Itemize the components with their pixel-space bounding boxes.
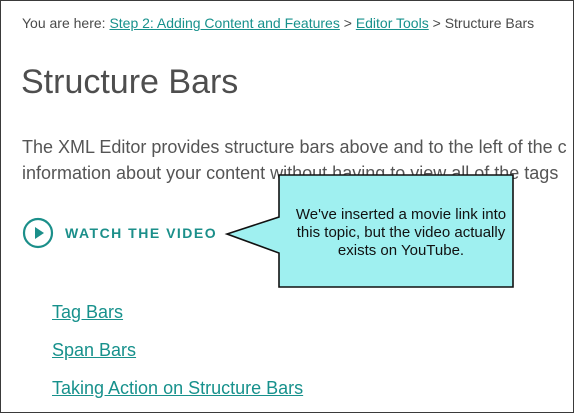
play-circle-icon[interactable] [22, 217, 54, 249]
breadcrumb: You are here: Step 2: Adding Content and… [22, 15, 534, 31]
page-title: Structure Bars [21, 63, 239, 101]
breadcrumb-link-step2[interactable]: Step 2: Adding Content and Features [109, 15, 339, 31]
watch-video-label[interactable]: WATCH THE VIDEO [65, 225, 217, 241]
breadcrumb-separator: > [428, 15, 445, 31]
watch-video-link[interactable]: WATCH THE VIDEO [22, 217, 217, 249]
callout-text: We've inserted a movie link into this to… [295, 206, 507, 259]
breadcrumb-current: Structure Bars [444, 15, 535, 31]
intro-line-1: The XML Editor provides structure bars a… [22, 137, 567, 157]
link-span-bars[interactable]: Span Bars [52, 339, 303, 361]
breadcrumb-prefix: You are here: [22, 15, 110, 31]
page-frame: You are here: Step 2: Adding Content and… [0, 0, 574, 413]
breadcrumb-link-editor-tools[interactable]: Editor Tools [356, 15, 429, 31]
link-taking-action[interactable]: Taking Action on Structure Bars [52, 377, 303, 399]
subtopic-links: Tag Bars Span Bars Taking Action on Stru… [52, 301, 303, 412]
link-tag-bars[interactable]: Tag Bars [52, 301, 303, 323]
intro-line-2: information about your content without h… [22, 163, 559, 183]
intro-paragraph: The XML Editor provides structure bars a… [22, 134, 573, 186]
breadcrumb-separator: > [339, 15, 356, 31]
